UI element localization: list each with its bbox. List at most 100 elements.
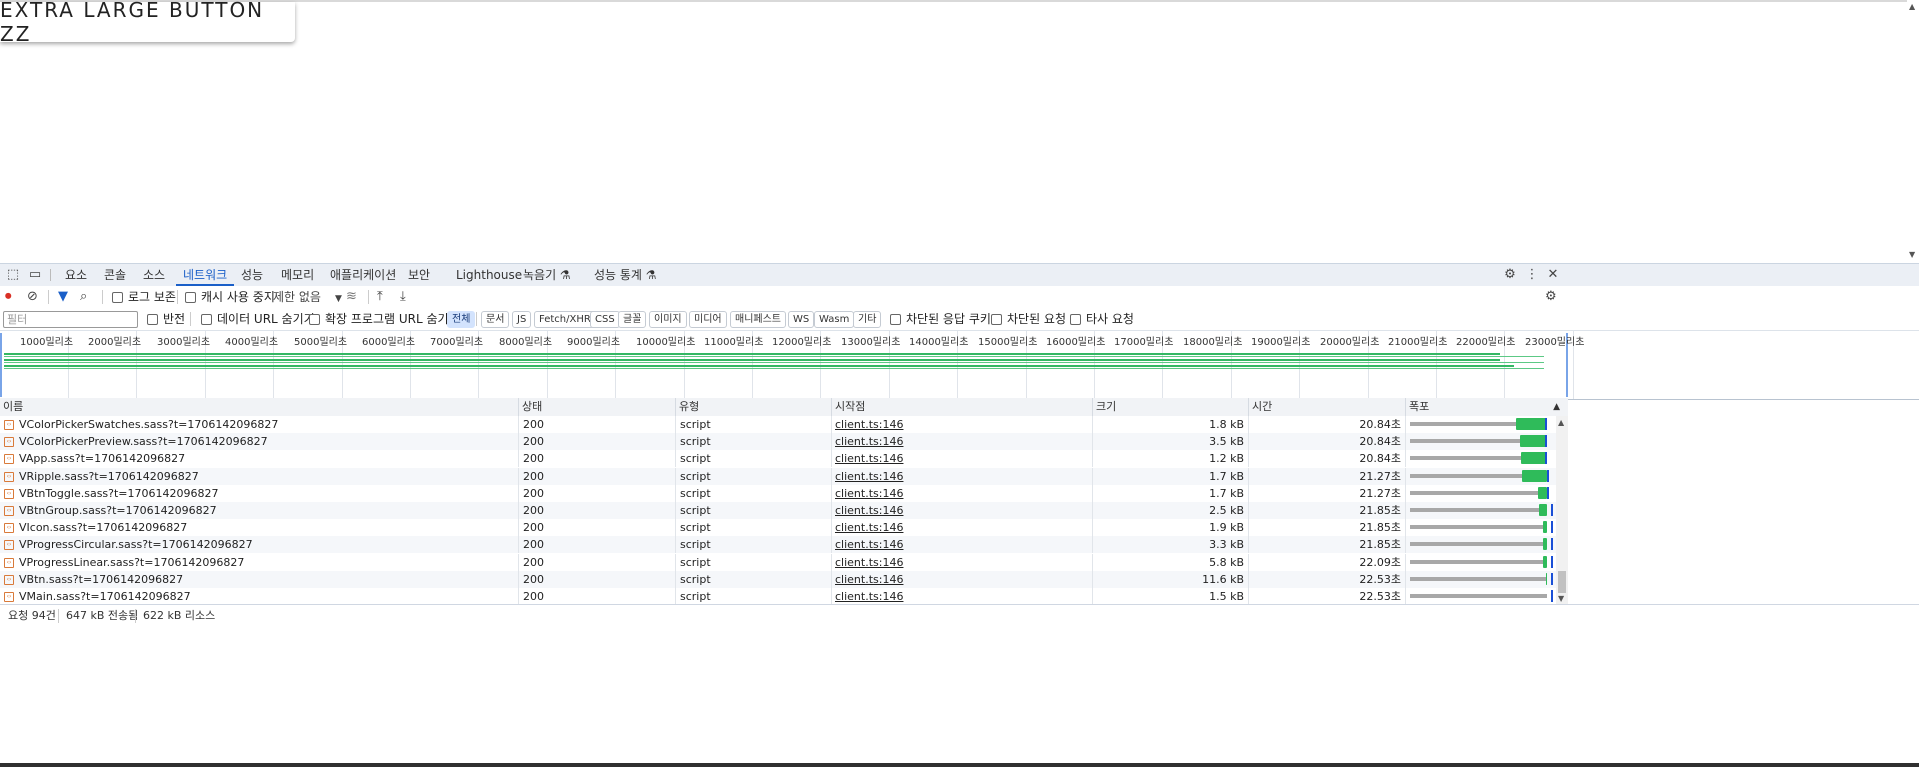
initiator-link[interactable]: client.ts:146: [832, 487, 903, 500]
cell-name[interactable]: ‹› VProgressCircular.sass?t=1706142096827: [0, 536, 519, 554]
checkbox-box[interactable]: [112, 292, 123, 303]
table-row[interactable]: ‹› VRipple.sass?t=1706142096827 200 script c…: [0, 467, 1556, 485]
cell-initiator[interactable]: client.ts:146: [832, 416, 1093, 433]
initiator-link[interactable]: client.ts:146: [832, 521, 903, 534]
filter-chip-css[interactable]: CSS: [590, 311, 620, 328]
initiator-link[interactable]: client.ts:146: [832, 538, 903, 551]
column-header-initiator[interactable]: 시작점: [832, 398, 1093, 416]
filter-chip-js[interactable]: JS: [512, 311, 532, 328]
cell-initiator[interactable]: client.ts:146: [832, 536, 1093, 554]
tab-network[interactable]: 네트워크: [176, 264, 235, 286]
checkbox-box[interactable]: [309, 314, 320, 325]
inspect-element-icon[interactable]: ⬚: [5, 267, 21, 283]
filter-chip-wasm[interactable]: Wasm: [814, 311, 855, 328]
export-har-icon[interactable]: ⤓: [400, 289, 406, 305]
tab-application[interactable]: 애플리케이션: [330, 264, 396, 286]
import-har-icon[interactable]: ⤒: [377, 289, 383, 305]
tab-recorder[interactable]: 녹음기 ⚗: [523, 264, 571, 286]
column-header-size[interactable]: 크기: [1093, 398, 1249, 416]
initiator-link[interactable]: client.ts:146: [832, 573, 903, 586]
table-row[interactable]: ‹› VMain.sass?t=1706142096827 200 script cli…: [0, 588, 1556, 604]
blocked-requests-checkbox[interactable]: 차단된 요청: [991, 308, 1066, 330]
cell-name[interactable]: ‹› VApp.sass?t=1706142096827: [0, 450, 519, 468]
throttle-select[interactable]: 제한 없음 ▼: [273, 286, 342, 308]
initiator-link[interactable]: client.ts:146: [832, 418, 903, 431]
table-row[interactable]: ‹› VIcon.sass?t=1706142096827 200 script cli…: [0, 519, 1556, 537]
filter-chip-fetch-xhr[interactable]: Fetch/XHR: [534, 311, 596, 328]
cell-initiator[interactable]: client.ts:146: [832, 433, 1093, 451]
close-icon[interactable]: ✕: [1545, 267, 1561, 283]
more-options-icon[interactable]: ⋮: [1524, 267, 1540, 283]
cell-initiator[interactable]: client.ts:146: [832, 467, 1093, 485]
scroll-up-icon[interactable]: ▲: [1909, 2, 1915, 11]
column-header-waterfall[interactable]: 폭포 ▲: [1406, 398, 1568, 416]
filter-chip-font[interactable]: 글꼴: [618, 311, 647, 328]
cell-name[interactable]: ‹› VBtn.sass?t=1706142096827: [0, 570, 519, 588]
initiator-link[interactable]: client.ts:146: [832, 452, 903, 465]
column-header-name[interactable]: 이름: [0, 398, 519, 416]
tab-performance[interactable]: 성능: [241, 264, 263, 286]
network-settings-gear-icon[interactable]: ⚙: [1545, 289, 1557, 305]
blocked-cookies-checkbox[interactable]: 차단된 응답 쿠키: [890, 308, 991, 330]
filter-chip-doc[interactable]: 문서: [481, 311, 510, 328]
cell-initiator[interactable]: client.ts:146: [832, 450, 1093, 468]
initiator-link[interactable]: client.ts:146: [832, 504, 903, 517]
search-icon[interactable]: ⌕: [80, 289, 87, 305]
table-row[interactable]: ‹› VProgressLinear.sass?t=1706142096827 20…: [0, 553, 1556, 571]
initiator-link[interactable]: client.ts:146: [832, 556, 903, 569]
cell-initiator[interactable]: client.ts:146: [832, 553, 1093, 571]
filter-chip-img[interactable]: 이미지: [649, 311, 687, 328]
invert-checkbox[interactable]: 반전: [147, 308, 185, 330]
disable-cache-checkbox[interactable]: 캐시 사용 중지: [185, 286, 275, 308]
preserve-log-checkbox[interactable]: 로그 보존: [112, 286, 176, 308]
scroll-down-icon[interactable]: ▼: [1909, 250, 1915, 259]
scrollbar-thumb[interactable]: [1558, 571, 1566, 593]
tab-elements[interactable]: 요소: [65, 264, 87, 286]
checkbox-box[interactable]: [991, 314, 1002, 325]
initiator-link[interactable]: client.ts:146: [832, 590, 903, 603]
checkbox-box[interactable]: [1070, 314, 1081, 325]
checkbox-box[interactable]: [890, 314, 901, 325]
network-conditions-icon[interactable]: ≋: [346, 289, 357, 305]
initiator-link[interactable]: client.ts:146: [832, 470, 903, 483]
column-header-status[interactable]: 상태: [519, 398, 676, 416]
cell-name[interactable]: ‹› VMain.sass?t=1706142096827: [0, 588, 519, 604]
cell-name[interactable]: ‹› VRipple.sass?t=1706142096827: [0, 467, 519, 485]
filter-chip-other[interactable]: 기타: [853, 311, 882, 328]
column-header-type[interactable]: 유형: [676, 398, 832, 416]
tab-memory[interactable]: 메모리: [281, 264, 314, 286]
cell-initiator[interactable]: client.ts:146: [832, 484, 1093, 502]
hide-extension-urls-checkbox[interactable]: 확장 프로그램 URL 숨기기: [309, 308, 460, 330]
tab-performance-insights[interactable]: 성능 통계 ⚗: [594, 264, 657, 286]
checkbox-box[interactable]: [147, 314, 158, 325]
table-scrollbar[interactable]: ▲ ▼: [1556, 416, 1568, 604]
table-row[interactable]: ‹› VColorPickerSwatches.sass?t=1706142096…: [0, 416, 1556, 433]
tab-security[interactable]: 보안: [408, 264, 430, 286]
table-row[interactable]: ‹› VBtnToggle.sass?t=1706142096827 200 scri…: [0, 484, 1556, 502]
scroll-up-icon[interactable]: ▲: [1558, 418, 1564, 427]
cell-initiator[interactable]: client.ts:146: [832, 570, 1093, 588]
third-party-checkbox[interactable]: 타사 요청: [1070, 308, 1134, 330]
extra-large-button[interactable]: EXTRA LARGE BUTTON ZZ: [0, 0, 295, 46]
cell-name[interactable]: ‹› VColorPickerPreview.sass?t=17061420968…: [0, 433, 519, 451]
table-row[interactable]: ‹› VApp.sass?t=1706142096827 200 script clie…: [0, 450, 1556, 468]
filter-chip-media[interactable]: 미디어: [689, 311, 727, 328]
table-row[interactable]: ‹› VBtnGroup.sass?t=1706142096827 200 scrip…: [0, 502, 1556, 519]
network-overview-timeline[interactable]: 1000밀리초 2000밀리초 3000밀리초 4000밀리초 5000밀리초 6000밀…: [0, 330, 1919, 400]
filter-chip-all[interactable]: 전체: [447, 311, 476, 328]
cell-name[interactable]: ‹› VProgressLinear.sass?t=1706142096827: [0, 553, 519, 571]
overview-left-handle[interactable]: [0, 333, 2, 397]
filter-icon[interactable]: ▼: [58, 289, 68, 305]
table-row[interactable]: ‹› VBtn.sass?t=1706142096827 200 script clie…: [0, 570, 1556, 588]
checkbox-box[interactable]: [201, 314, 212, 325]
tab-console[interactable]: 콘솔: [104, 264, 126, 286]
cell-initiator[interactable]: client.ts:146: [832, 502, 1093, 519]
filter-chip-ws[interactable]: WS: [788, 311, 815, 328]
scroll-down-icon[interactable]: ▼: [1558, 594, 1564, 603]
cell-name[interactable]: ‹› VIcon.sass?t=1706142096827: [0, 519, 519, 537]
cell-initiator[interactable]: client.ts:146: [832, 588, 1093, 604]
device-toolbar-icon[interactable]: ▭: [27, 267, 43, 283]
hide-data-urls-checkbox[interactable]: 데이터 URL 숨기기: [201, 308, 315, 330]
tab-sources[interactable]: 소스: [143, 264, 165, 286]
cell-initiator[interactable]: client.ts:146: [832, 519, 1093, 537]
